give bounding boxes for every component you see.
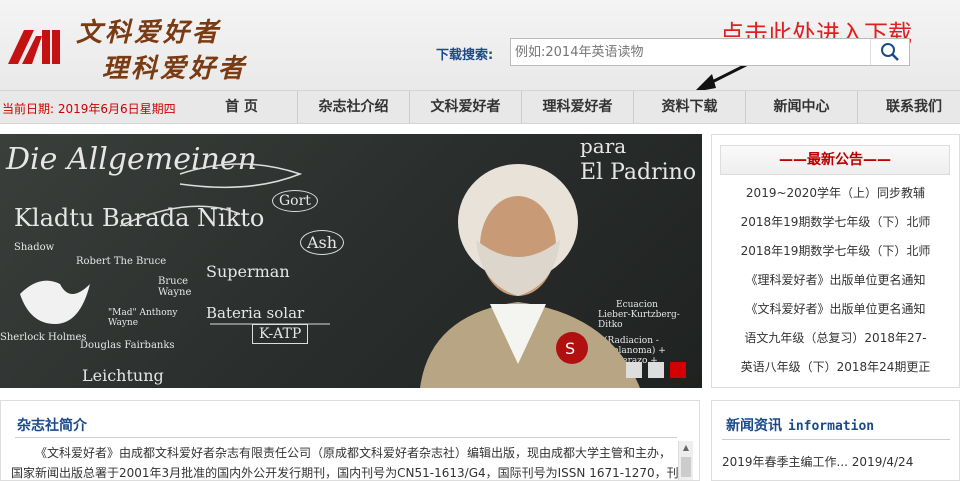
intro-title: 杂志社简介 [17, 418, 87, 434]
news-info-panel: 新闻资讯 information 2019年春季主编工作... 2019/4/24 [711, 400, 960, 481]
nav-menu: 首 页 杂志社介绍 文科爱好者 理科爱好者 资料下载 新闻中心 联系我们 [186, 91, 960, 123]
svg-text:S: S [565, 339, 575, 358]
main-nav-bar: 当前日期: 2019年6月6日星期四 首 页 杂志社介绍 文科爱好者 理科爱好者… [0, 90, 960, 124]
nav-item-like[interactable]: 理科爱好者 [522, 91, 634, 123]
hero-banner[interactable]: Die Allgemeinen Kladtu Barada Nikto Gort… [0, 134, 702, 388]
intro-scrollbar[interactable]: ▲ [678, 441, 693, 480]
announcement-panel: ——最新公告—— 2019~2020学年（上）同步教辅 2018年19期数学七年… [711, 134, 960, 388]
news-info-subtitle: information [788, 419, 875, 434]
magazine-intro-panel: 杂志社简介 《文科爱好者》由成都文科爱好者杂志有限责任公司（原成都文科爱好者杂志… [0, 400, 700, 481]
search-icon [881, 43, 899, 61]
nav-item-home[interactable]: 首 页 [186, 91, 298, 123]
announcement-title: ——最新公告—— [720, 145, 950, 175]
scroll-up-icon[interactable]: ▲ [679, 441, 693, 455]
divider [15, 437, 677, 438]
announcement-item[interactable]: 英语八年级（下）2018年24期更正 [712, 353, 959, 382]
announcement-item[interactable]: 语文九年级（总复习）2018年27- [712, 324, 959, 353]
announcement-list: 2019~2020学年（上）同步教辅 2018年19期数学七年级（下）北师 20… [712, 179, 959, 382]
search-box [510, 38, 910, 66]
divider [722, 439, 950, 440]
nav-item-about[interactable]: 杂志社介绍 [298, 91, 410, 123]
nav-item-wenke[interactable]: 文科爱好者 [410, 91, 522, 123]
news-info-title: 新闻资讯 information [726, 415, 874, 435]
slider-dots [626, 362, 686, 378]
search-button[interactable] [870, 39, 909, 65]
nav-item-contact[interactable]: 联系我们 [858, 91, 960, 123]
logo-icon[interactable] [6, 26, 62, 66]
intro-text-line: 《文科爱好者》由成都文科爱好者杂志有限责任公司（原成都文科爱好者杂志社）编辑出版… [35, 446, 672, 460]
logo-title-wenke[interactable]: 文科爱好者 [76, 12, 221, 49]
announcement-item[interactable]: 2018年19期数学七年级（下）北师 [712, 237, 959, 266]
nav-item-download[interactable]: 资料下载 [634, 91, 746, 123]
nav-item-news[interactable]: 新闻中心 [746, 91, 858, 123]
search-label: 下载搜索: [436, 48, 494, 63]
site-header: 文科爱好者 理科爱好者 点击此处进入下载 下载搜索: [0, 0, 960, 92]
announcement-item[interactable]: 2019~2020学年（上）同步教辅 [712, 179, 959, 208]
logo-title-like[interactable]: 理科爱好者 [102, 48, 247, 85]
slider-dot-2[interactable] [648, 362, 664, 378]
news-info-heading: 新闻资讯 [726, 418, 782, 434]
current-date: 当前日期: 2019年6月6日星期四 [2, 102, 176, 116]
news-info-item[interactable]: 2019年春季主编工作... 2019/4/24 [722, 453, 913, 470]
intro-text-line: 国家新闻出版总署于2001年3月批准的国内外公开发行期刊，国内刊号为CN51-1… [11, 466, 691, 480]
search-input[interactable] [511, 39, 879, 65]
announcement-item[interactable]: 《理科爱好者》出版单位更名通知 [712, 266, 959, 295]
slider-dot-3[interactable] [670, 362, 686, 378]
scroll-thumb[interactable] [681, 457, 691, 477]
announcement-item[interactable]: 2018年19期数学七年级（下）北师 [712, 208, 959, 237]
slider-dot-1[interactable] [626, 362, 642, 378]
banner-illustration: S [20, 163, 640, 388]
intro-body: 《文科爱好者》由成都文科爱好者杂志有限责任公司（原成都文科爱好者杂志社）编辑出版… [11, 443, 691, 480]
announcement-item[interactable]: 《文科爱好者》出版单位更名通知 [712, 295, 959, 324]
